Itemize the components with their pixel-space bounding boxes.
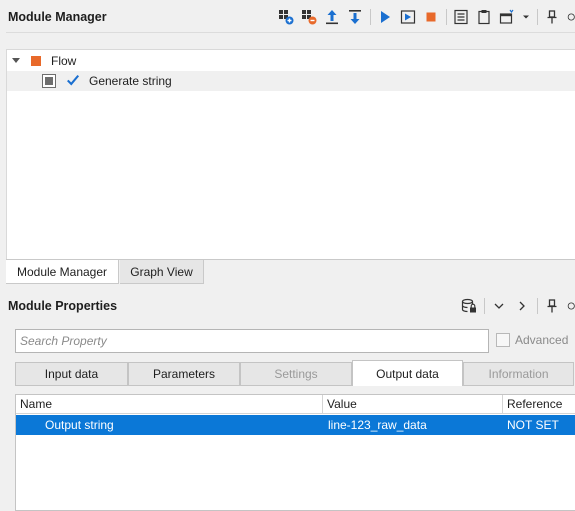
tree-item-label: Generate string [89,74,172,88]
advanced-checkbox[interactable] [496,333,510,347]
row-value-cell: line-123_raw_data [328,418,427,432]
pin-icon[interactable] [542,296,562,316]
module-manager-strip [6,32,575,49]
chevron-right-icon[interactable] [512,296,532,316]
module-enable-checkbox[interactable] [42,74,56,88]
clipboard-icon[interactable] [474,7,494,27]
toolbar-separator [370,9,371,25]
module-manager-bottom-tabs: Module Manager Graph View [6,259,575,284]
tab-input-data[interactable]: Input data [15,362,128,386]
chevron-down-icon[interactable] [489,296,509,316]
output-data-table: Name Value Reference Output string line-… [15,394,575,511]
tree-item-generate-string[interactable]: Generate string [7,71,575,91]
row-reference-cell: NOT SET [507,418,559,432]
add-module-icon[interactable] [276,7,296,27]
module-tree: Flow Generate string [6,49,575,259]
column-header-reference[interactable]: Reference [503,395,575,414]
module-manager-header: Module Manager [0,2,575,32]
search-property-input[interactable] [15,329,489,353]
toolbar-separator [484,298,485,314]
run-icon[interactable] [375,7,395,27]
tree-item-flow[interactable]: Flow [7,51,575,71]
module-properties-toolbar [459,291,575,321]
module-manager-title: Module Manager [8,10,107,24]
column-header-name[interactable]: Name [16,395,323,414]
chevron-down-icon[interactable] [520,7,532,27]
database-lock-icon[interactable] [459,296,479,316]
toolbar-separator [446,9,447,25]
tab-module-manager[interactable]: Module Manager [6,260,119,284]
stop-icon[interactable] [421,7,441,27]
toolbar-separator [537,298,538,314]
row-name-cell: Output string [45,418,114,432]
close-icon[interactable] [565,296,575,316]
module-properties-header: Module Properties [0,291,575,321]
module-properties-title: Module Properties [8,299,118,313]
column-header-value[interactable]: Value [323,395,503,414]
tab-graph-view[interactable]: Graph View [120,260,204,284]
run-step-icon[interactable] [398,7,418,27]
tab-parameters[interactable]: Parameters [128,362,240,386]
window-menu-icon[interactable] [497,7,517,27]
tab-settings[interactable]: Settings [240,362,352,386]
tab-information[interactable]: Information [463,362,574,386]
tree-item-label: Flow [51,54,77,68]
close-icon[interactable] [565,7,575,27]
pin-icon[interactable] [542,7,562,27]
move-down-icon[interactable] [345,7,365,27]
advanced-label: Advanced [515,333,569,347]
table-row[interactable]: Output string line-123_raw_data NOT SET [16,415,575,435]
toolbar-separator [537,9,538,25]
tree-expand-arrow-icon[interactable] [12,58,20,63]
module-manager-toolbar [276,2,575,32]
checkmark-icon [67,74,80,86]
remove-module-icon[interactable] [299,7,319,27]
list-view-icon[interactable] [451,7,471,27]
tab-output-data[interactable]: Output data [352,360,463,386]
move-up-icon[interactable] [322,7,342,27]
